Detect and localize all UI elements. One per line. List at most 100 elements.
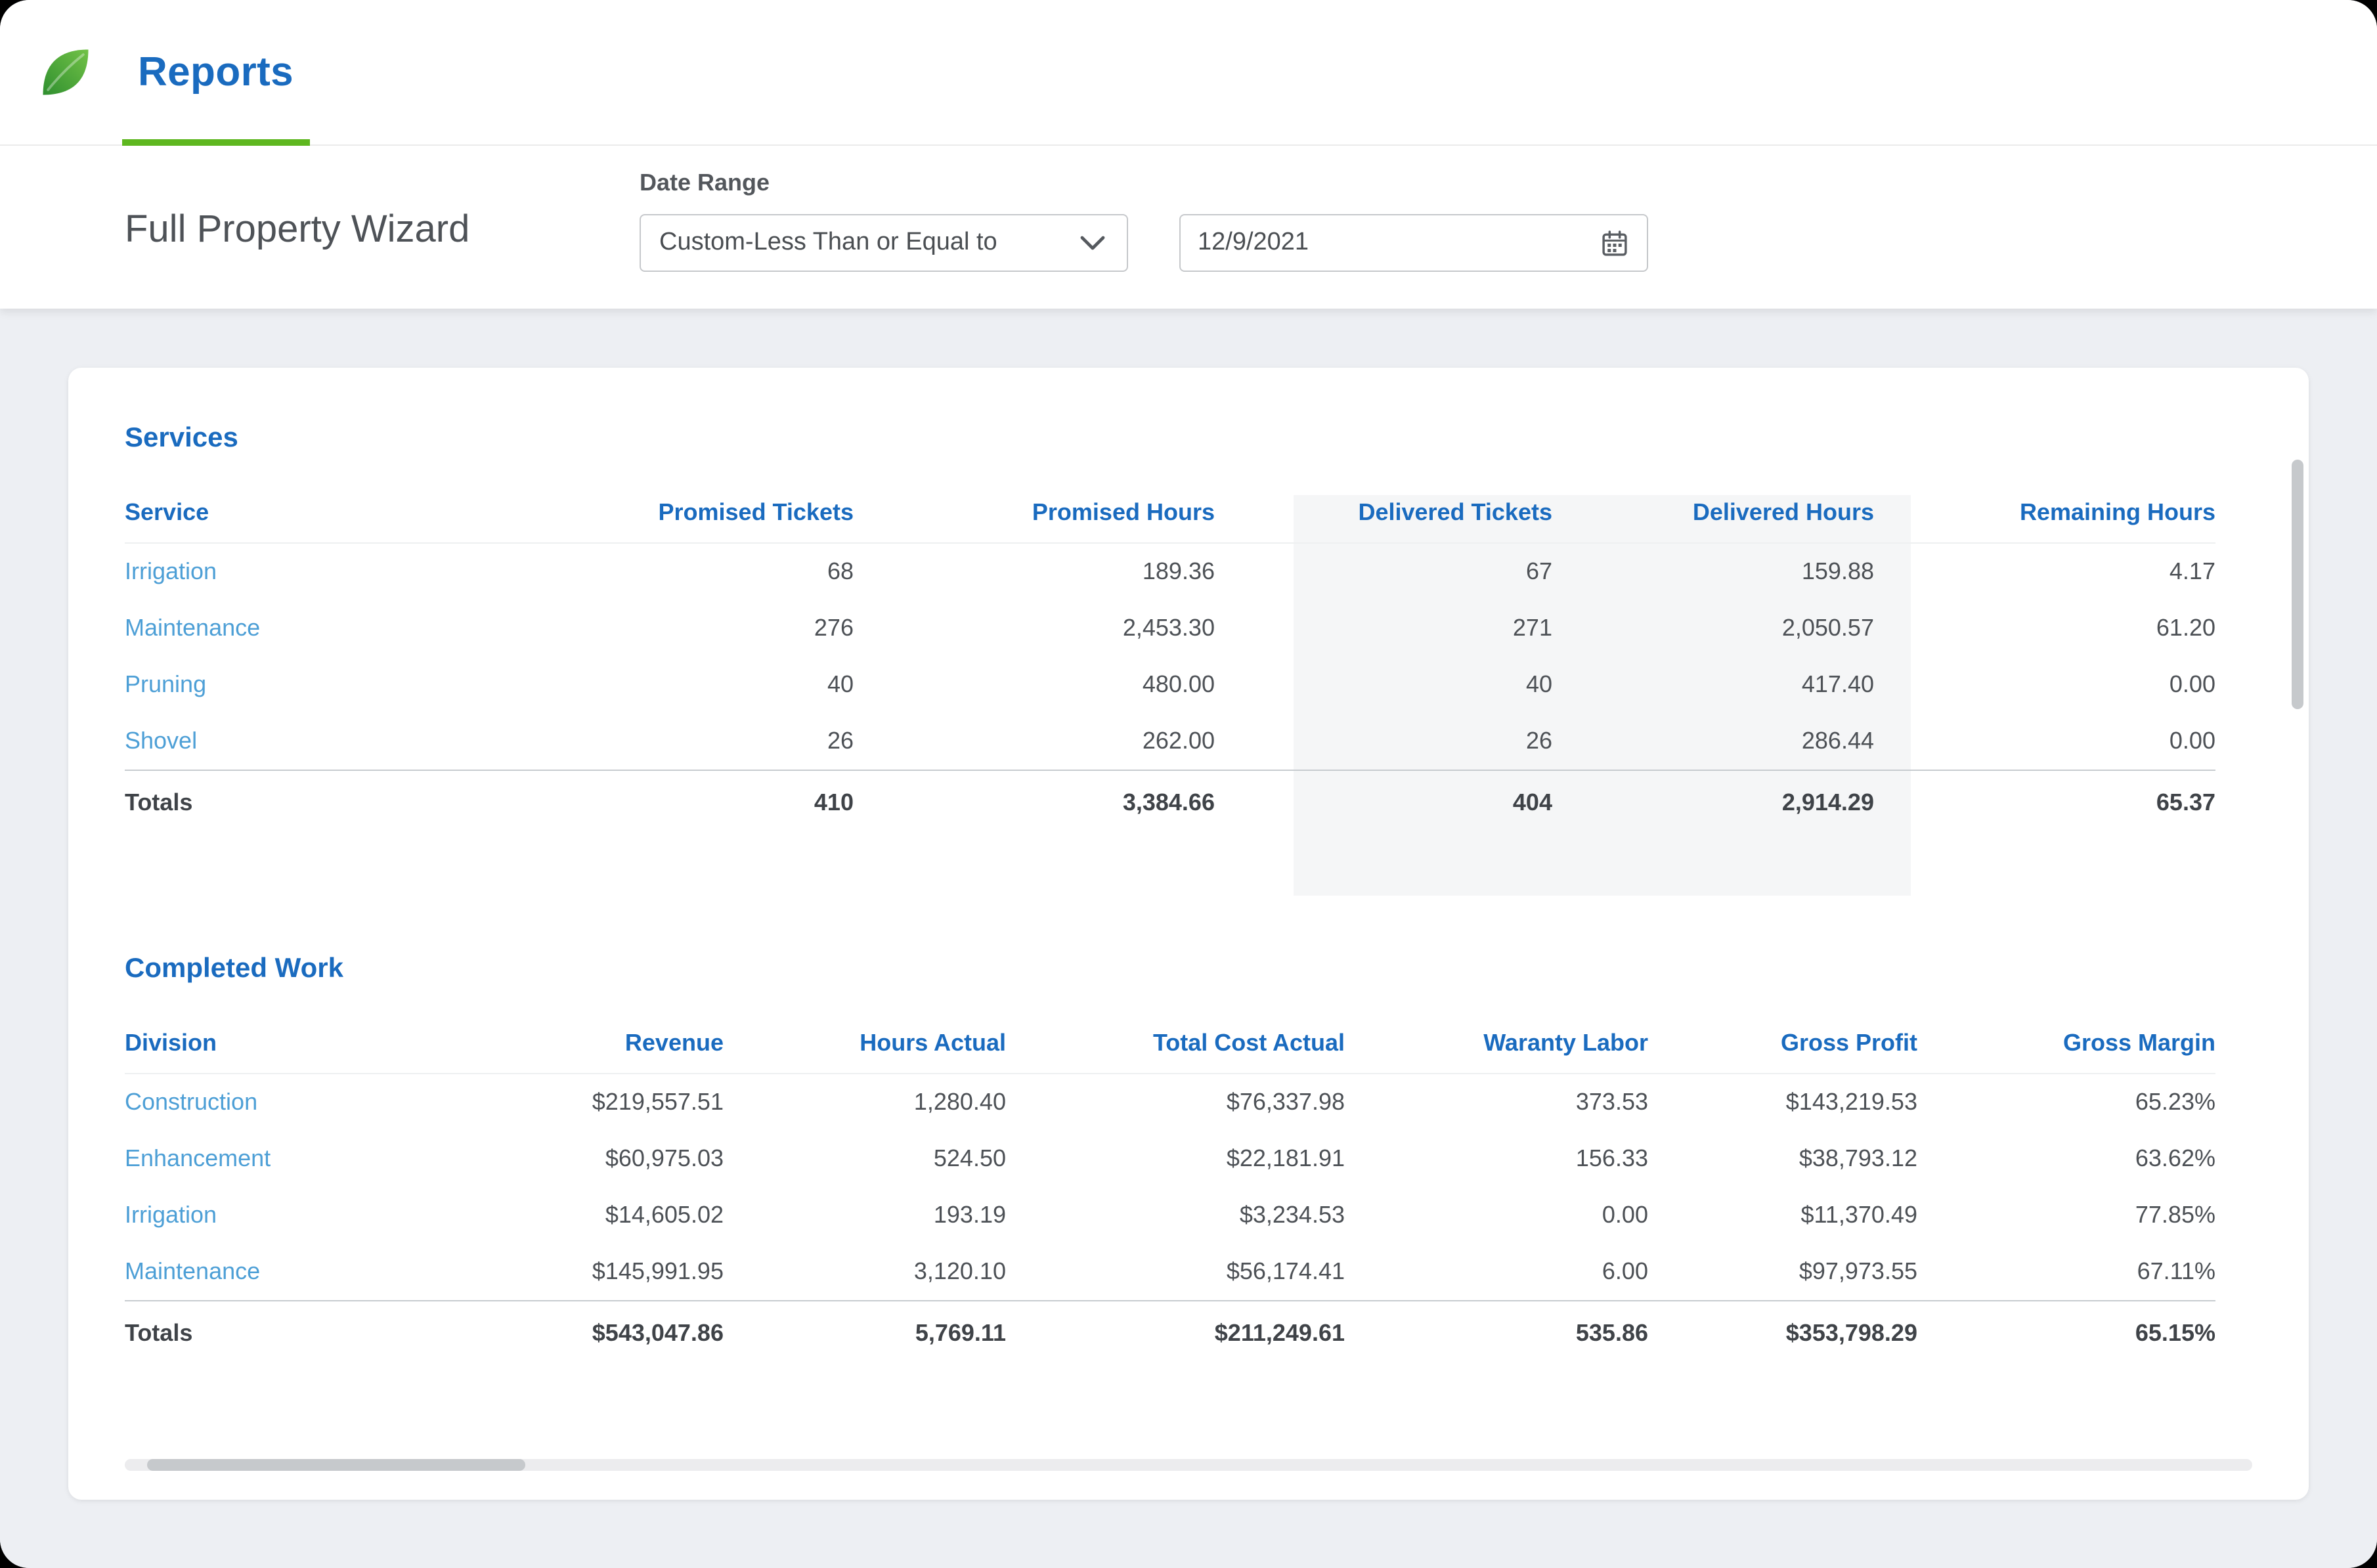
cell: 1,280.40	[724, 1074, 1006, 1131]
tab-reports-label: Reports	[138, 49, 294, 96]
cell: $14,605.02	[427, 1187, 724, 1244]
column-header-promised-hours: Promised Hours	[854, 483, 1215, 543]
totals-row: Totals $543,047.86 5,769.11 $211,249.61 …	[125, 1301, 2215, 1366]
totals-cell: 65.15%	[1917, 1301, 2215, 1366]
date-range-comparison-select[interactable]: Custom-Less Than or Equal to	[640, 214, 1128, 272]
division-link[interactable]: Irrigation	[125, 1187, 427, 1244]
app-window: Reports Full Property Wizard Date Range …	[0, 0, 2377, 1568]
cell: 67	[1215, 543, 1552, 600]
services-header-row: Service Promised Tickets Promised Hours …	[125, 483, 2215, 543]
tab-reports[interactable]: Reports	[122, 0, 309, 144]
table-row: Enhancement $60,975.03 524.50 $22,181.91…	[125, 1131, 2215, 1187]
horizontal-scrollbar-thumb[interactable]	[147, 1459, 525, 1471]
cell: $145,991.95	[427, 1244, 724, 1301]
cell: $143,219.53	[1648, 1074, 1917, 1131]
column-header-division: Division	[125, 1014, 427, 1074]
table-row: Irrigation 68 189.36 67 159.88 4.17	[125, 543, 2215, 600]
totals-cell: $543,047.86	[427, 1301, 724, 1366]
chevron-down-icon	[1079, 235, 1106, 251]
report-card: Services Service Promised Tickets Promis…	[68, 368, 2309, 1500]
services-section-title: Services	[125, 423, 2252, 454]
cell: 6.00	[1345, 1244, 1648, 1301]
calendar-icon[interactable]	[1600, 228, 1630, 258]
date-range-filter: Date Range Custom-Less Than or Equal to	[640, 169, 1648, 272]
cell: $38,793.12	[1648, 1131, 1917, 1187]
division-link[interactable]: Enhancement	[125, 1131, 427, 1187]
column-header-hours-actual: Hours Actual	[724, 1014, 1006, 1074]
table-row: Construction $219,557.51 1,280.40 $76,33…	[125, 1074, 2215, 1131]
cell: 0.00	[1874, 713, 2215, 770]
date-range-controls: Custom-Less Than or Equal to	[640, 214, 1648, 272]
cell: 524.50	[724, 1131, 1006, 1187]
cell: 156.33	[1345, 1131, 1648, 1187]
date-input-field[interactable]	[1179, 214, 1648, 272]
cell: 276	[427, 600, 854, 657]
date-range-label: Date Range	[640, 169, 1648, 197]
totals-label: Totals	[125, 1301, 427, 1366]
column-header-gross-margin: Gross Margin	[1917, 1014, 2215, 1074]
totals-cell: 3,384.66	[854, 770, 1215, 835]
cell: 271	[1215, 600, 1552, 657]
cell: 40	[1215, 657, 1552, 713]
cell: 480.00	[854, 657, 1215, 713]
service-link[interactable]: Shovel	[125, 713, 427, 770]
cell: 61.20	[1874, 600, 2215, 657]
comparison-selected-value: Custom-Less Than or Equal to	[659, 229, 997, 257]
totals-row: Totals 410 3,384.66 404 2,914.29 65.37	[125, 770, 2215, 835]
cell: 67.11%	[1917, 1244, 2215, 1301]
cell: $97,973.55	[1648, 1244, 1917, 1301]
active-tab-indicator	[122, 139, 309, 146]
top-navigation-bar: Reports	[0, 0, 2377, 146]
column-header-delivered-hours: Delivered Hours	[1552, 483, 1874, 543]
cell: 3,120.10	[724, 1244, 1006, 1301]
date-value-input[interactable]	[1198, 229, 1552, 257]
totals-cell: 404	[1215, 770, 1552, 835]
report-card-inner: Services Service Promised Tickets Promis…	[68, 368, 2309, 1366]
cell: 4.17	[1874, 543, 2215, 600]
cell: $219,557.51	[427, 1074, 724, 1131]
cell: $3,234.53	[1006, 1187, 1345, 1244]
cell: 26	[427, 713, 854, 770]
completed-work-header-row: Division Revenue Hours Actual Total Cost…	[125, 1014, 2215, 1074]
leaf-logo-icon[interactable]	[35, 42, 96, 102]
cell: $76,337.98	[1006, 1074, 1345, 1131]
column-header-delivered-tickets: Delivered Tickets	[1215, 483, 1552, 543]
cell: $60,975.03	[427, 1131, 724, 1187]
cell: 40	[427, 657, 854, 713]
cell: 2,050.57	[1552, 600, 1874, 657]
cell: 63.62%	[1917, 1131, 2215, 1187]
cell: 68	[427, 543, 854, 600]
cell: $22,181.91	[1006, 1131, 1345, 1187]
completed-work-section-title: Completed Work	[125, 953, 2252, 985]
column-header-promised-tickets: Promised Tickets	[427, 483, 854, 543]
column-header-total-cost-actual: Total Cost Actual	[1006, 1014, 1345, 1074]
service-link[interactable]: Pruning	[125, 657, 427, 713]
cell: 65.23%	[1917, 1074, 2215, 1131]
cell: 26	[1215, 713, 1552, 770]
horizontal-scrollbar-track[interactable]	[125, 1459, 2252, 1471]
totals-cell: 2,914.29	[1552, 770, 1874, 835]
totals-cell: 410	[427, 770, 854, 835]
totals-label: Totals	[125, 770, 427, 835]
cell: 77.85%	[1917, 1187, 2215, 1244]
totals-cell: $353,798.29	[1648, 1301, 1917, 1366]
cell: 189.36	[854, 543, 1215, 600]
cell: 262.00	[854, 713, 1215, 770]
service-link[interactable]: Maintenance	[125, 600, 427, 657]
table-row: Maintenance 276 2,453.30 271 2,050.57 61…	[125, 600, 2215, 657]
cell: 193.19	[724, 1187, 1006, 1244]
totals-cell: 5,769.11	[724, 1301, 1006, 1366]
cell: 373.53	[1345, 1074, 1648, 1131]
table-row: Irrigation $14,605.02 193.19 $3,234.53 0…	[125, 1187, 2215, 1244]
totals-cell: $211,249.61	[1006, 1301, 1345, 1366]
column-header-gross-profit: Gross Profit	[1648, 1014, 1917, 1074]
cell: 0.00	[1345, 1187, 1648, 1244]
table-row: Shovel 26 262.00 26 286.44 0.00	[125, 713, 2215, 770]
division-link[interactable]: Construction	[125, 1074, 427, 1131]
column-header-service: Service	[125, 483, 427, 543]
division-link[interactable]: Maintenance	[125, 1244, 427, 1301]
cell: 159.88	[1552, 543, 1874, 600]
cell: $11,370.49	[1648, 1187, 1917, 1244]
service-link[interactable]: Irrigation	[125, 543, 427, 600]
page-title: Full Property Wizard	[125, 209, 469, 252]
